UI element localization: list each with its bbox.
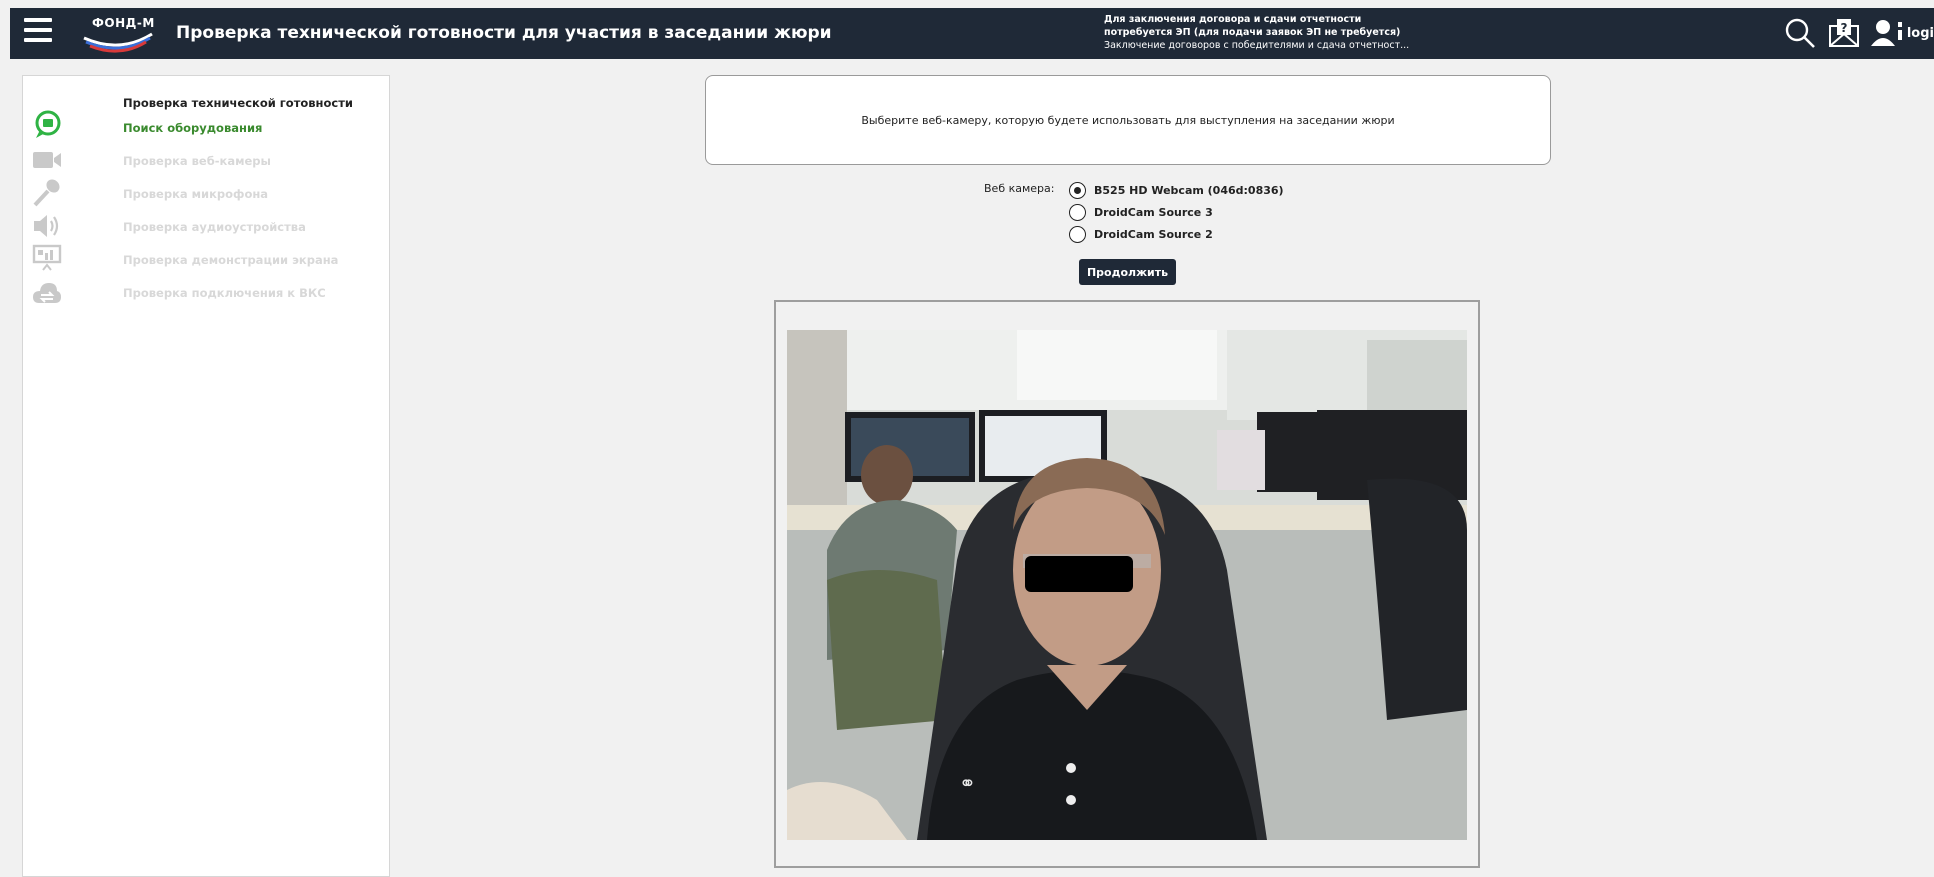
sidebar-item-webcam-check[interactable]: Проверка веб-камеры [123, 154, 271, 168]
camera-option-droidcam-2[interactable]: DroidCam Source 2 [1069, 224, 1213, 244]
cloud-sync-icon [31, 278, 63, 306]
radio-selected-dot [1074, 186, 1081, 194]
chat-bubble-icon [31, 110, 63, 139]
webcam-scene-image: ⚭ [787, 330, 1467, 840]
logo-text: ФОНД-М [92, 16, 155, 30]
camera-option-label: B525 HD Webcam (046d:0836) [1094, 183, 1284, 197]
microphone-icon [31, 179, 63, 207]
sidebar-item-vks-connection-check[interactable]: Проверка подключения к ВКС [123, 286, 326, 300]
sidebar-item-microphone-check[interactable]: Проверка микрофона [123, 187, 268, 201]
camera-option-label: DroidCam Source 3 [1094, 205, 1213, 219]
app-header: ФОНД-М Проверка технической готовности д… [10, 8, 1934, 59]
webcam-preview-frame: ⚭ [774, 300, 1480, 868]
top-strip [0, 0, 1934, 8]
instruction-box: Выберите веб-камеру, которую будете испо… [705, 75, 1551, 165]
header-notice[interactable]: Для заключения договора и сдачи отчетнос… [1104, 13, 1464, 52]
svg-text:?: ? [1840, 21, 1847, 35]
sidebar-item-equipment-search[interactable]: Поиск оборудования [123, 121, 262, 135]
logo[interactable]: ФОНД-М [80, 14, 160, 54]
sidebar-item-audio-check[interactable]: Проверка аудиоустройства [123, 220, 306, 234]
header-actions: ? logi [1773, 16, 1934, 50]
continue-button[interactable]: Продолжить [1079, 259, 1176, 285]
radio-button[interactable] [1069, 181, 1086, 199]
webcam-preview-video: ⚭ [787, 330, 1467, 840]
sidebar-title: Проверка технической готовности [123, 96, 353, 110]
notice-line-1: Для заключения договора и сдачи отчетнос… [1104, 14, 1362, 25]
checklist-sidebar: Проверка технической готовности Поиск об… [22, 75, 390, 877]
camera-option-droidcam-3[interactable]: DroidCam Source 3 [1069, 202, 1213, 222]
radio-button[interactable] [1069, 225, 1086, 243]
video-camera-icon [31, 146, 63, 174]
camera-option-b525[interactable]: B525 HD Webcam (046d:0836) [1069, 180, 1284, 200]
svg-text:⚭: ⚭ [959, 771, 976, 795]
webcam-label: Веб камера: [984, 182, 1055, 195]
user-icon[interactable]: logi [1870, 16, 1934, 50]
notice-line-2: потребуется ЭП (для подачи заявок ЭП не … [1104, 27, 1401, 38]
speaker-icon [31, 212, 63, 240]
notice-line-3: Заключение договоров с победителями и сд… [1104, 40, 1410, 51]
page-title: Проверка технической готовности для учас… [176, 23, 832, 43]
camera-option-label: DroidCam Source 2 [1094, 227, 1213, 241]
screen-share-icon [31, 244, 63, 273]
login-label: logi [1906, 25, 1934, 41]
search-icon[interactable] [1783, 16, 1817, 50]
instruction-text: Выберите веб-камеру, которую будете испо… [861, 113, 1395, 127]
help-mail-icon[interactable]: ? [1827, 16, 1861, 50]
radio-button[interactable] [1069, 203, 1086, 221]
sidebar-item-screen-share-check[interactable]: Проверка демонстрации экрана [123, 253, 338, 267]
menu-icon[interactable] [24, 18, 52, 48]
